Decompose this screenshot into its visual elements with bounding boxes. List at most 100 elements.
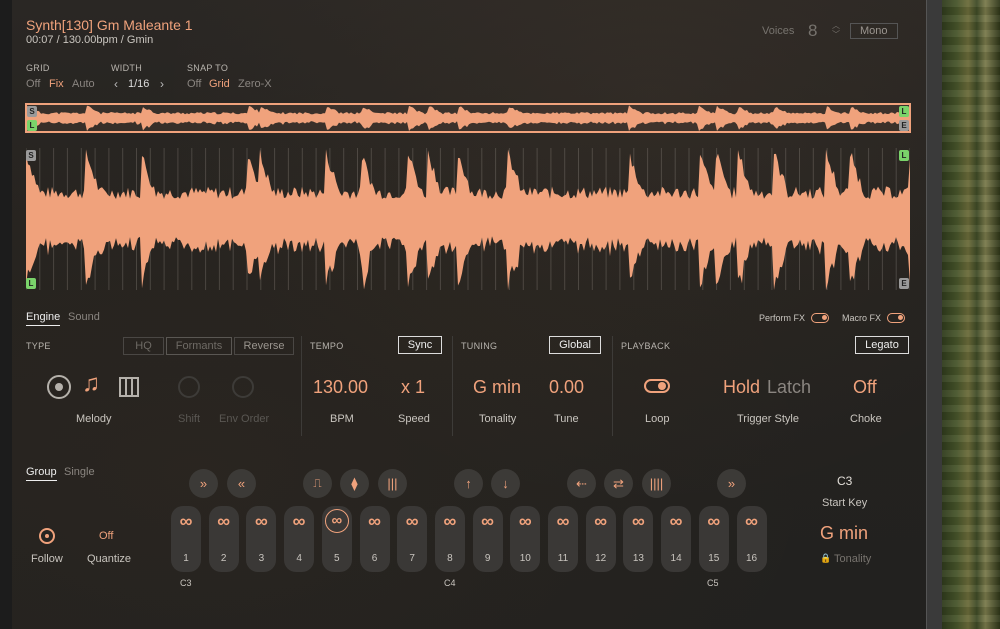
main-waveform[interactable] [26,148,910,290]
choke-value[interactable]: Off [853,377,877,398]
slice-key-6[interactable]: ∞ 6 [359,506,390,572]
formants-button[interactable]: Formants [166,337,232,355]
loop-infinity-icon: ∞ [707,511,721,531]
slice-key-2[interactable]: ∞ 2 [208,506,239,572]
legato-button[interactable]: Legato [855,336,909,354]
waveform-end-marker[interactable]: E [899,278,909,289]
mono-button[interactable]: Mono [850,23,898,39]
macro-fx-toggle[interactable] [887,313,905,323]
snap-zero-x[interactable]: Zero-X [238,78,272,90]
swap-icon[interactable]: ⇄ [604,469,633,498]
slice-key-number: 14 [670,553,682,564]
slice-key-number: 4 [296,553,302,564]
overview-start-marker[interactable]: S [27,106,37,117]
width-next-icon[interactable]: › [160,77,164,91]
tab-sound[interactable]: Sound [68,311,100,323]
loop-toggle[interactable] [644,379,670,393]
slice-key-4[interactable]: ∞ 4 [284,506,315,572]
beat-mode-icon[interactable] [47,375,71,399]
voices-stepper-icon[interactable]: ︿ ﹀ [832,21,840,39]
slice-tonality-value[interactable]: G min [820,523,868,544]
slice-key-14[interactable]: ∞ 14 [661,506,692,572]
start-key-value[interactable]: C3 [837,474,852,488]
slice-key-15[interactable]: ∞ 15 [698,506,729,572]
waveform-start-marker[interactable]: S [26,150,36,161]
width-prev-icon[interactable]: ‹ [114,77,118,91]
slice-key-7[interactable]: ∞ 7 [397,506,428,572]
snap-off[interactable]: Off [187,78,201,90]
slice-key-number: 2 [220,553,227,564]
width-value: 1/16 [128,78,150,90]
arrow-down-icon[interactable]: ↓ [491,469,520,498]
trigger-hold[interactable]: Hold [723,377,760,398]
shift-right-icon[interactable]: » [189,469,218,498]
overview-waveform[interactable] [25,103,911,133]
slice-key-5[interactable]: ∞ 5 [321,506,352,572]
slice-key-number: 8 [447,553,453,564]
divider [452,336,453,436]
slice-key-8[interactable]: ∞ 8 [434,506,465,572]
perform-fx-toggle[interactable] [811,313,829,323]
env-order-knob[interactable] [232,376,254,398]
bars-icon[interactable]: |||| [642,469,671,498]
sync-button[interactable]: Sync [398,336,442,354]
slice-key-13[interactable]: ∞ 13 [623,506,654,572]
voices-value[interactable]: 8 [808,21,817,41]
slice-key-number: 10 [519,553,531,564]
slice-tonality-label: Tonality [834,553,872,565]
env-order-label: Env Order [219,413,270,425]
reverse-icon[interactable]: ⇠ [567,469,596,498]
loop-infinity-icon: ∞ [631,511,645,531]
mode-label: Melody [76,413,112,425]
speed-value[interactable]: x 1 [401,377,425,398]
forward-icon[interactable]: » [717,469,746,498]
slice-key-12[interactable]: ∞ 12 [585,506,616,572]
octave-label-c4: C4 [444,578,456,588]
waveform-loop-start-marker[interactable]: L [26,278,36,289]
slices-icon[interactable]: ||| [378,469,407,498]
tonality-value[interactable]: G min [473,377,521,398]
slice-key-1[interactable]: ∞ 1 [171,506,201,572]
slice-key-11[interactable]: ∞ 11 [548,506,578,572]
melody-mode-icon[interactable]: ♫ [82,370,100,398]
shift-left-icon[interactable]: « [227,469,256,498]
stack-icon[interactable]: ⧫ [340,469,369,498]
slice-key-10[interactable]: ∞ 10 [510,506,541,572]
lock-icon[interactable]: 🔒 [820,553,831,564]
envelope-icon[interactable]: ⎍ [303,469,332,498]
tonality-label: Tonality [479,413,517,425]
overview-loop-marker[interactable]: L [27,120,37,131]
quantize-value[interactable]: Off [99,530,113,542]
loop-infinity-icon: ∞ [443,511,457,531]
overview-loop-end-marker[interactable]: L [899,106,909,117]
global-button[interactable]: Global [549,336,601,354]
tab-engine[interactable]: Engine [26,311,61,326]
shift-label: Shift [178,413,201,425]
follow-icon[interactable] [39,528,55,544]
overview-end-marker[interactable]: E [899,120,909,131]
slice-key-number: 11 [557,553,569,564]
shift-knob[interactable] [178,376,200,398]
arrow-up-icon[interactable]: ↑ [454,469,483,498]
slice-mode-icon[interactable] [119,377,139,397]
slice-key-16[interactable]: ∞ 16 [736,506,767,572]
slice-key-9[interactable]: ∞ 9 [472,506,503,572]
width-label: WIDTH [111,63,142,73]
slice-key-number: 6 [371,553,378,564]
tab-single[interactable]: Single [64,466,95,478]
waveform-loop-end-marker[interactable]: L [899,150,909,161]
tune-value[interactable]: 0.00 [549,377,584,398]
loop-infinity-icon: ∞ [669,511,683,531]
grid-off[interactable]: Off [26,78,40,90]
slice-key-number: 3 [258,553,265,564]
hq-button[interactable]: HQ [123,337,164,355]
bpm-value[interactable]: 130.00 [313,377,368,398]
grid-auto[interactable]: Auto [72,78,95,90]
grid-fix[interactable]: Fix [49,78,64,90]
window-scrollbar[interactable] [926,0,942,629]
reverse-button[interactable]: Reverse [234,337,294,355]
slice-key-3[interactable]: ∞ 3 [246,506,277,572]
trigger-latch[interactable]: Latch [767,377,811,398]
tab-group[interactable]: Group [26,466,57,481]
snap-grid[interactable]: Grid [209,78,230,90]
